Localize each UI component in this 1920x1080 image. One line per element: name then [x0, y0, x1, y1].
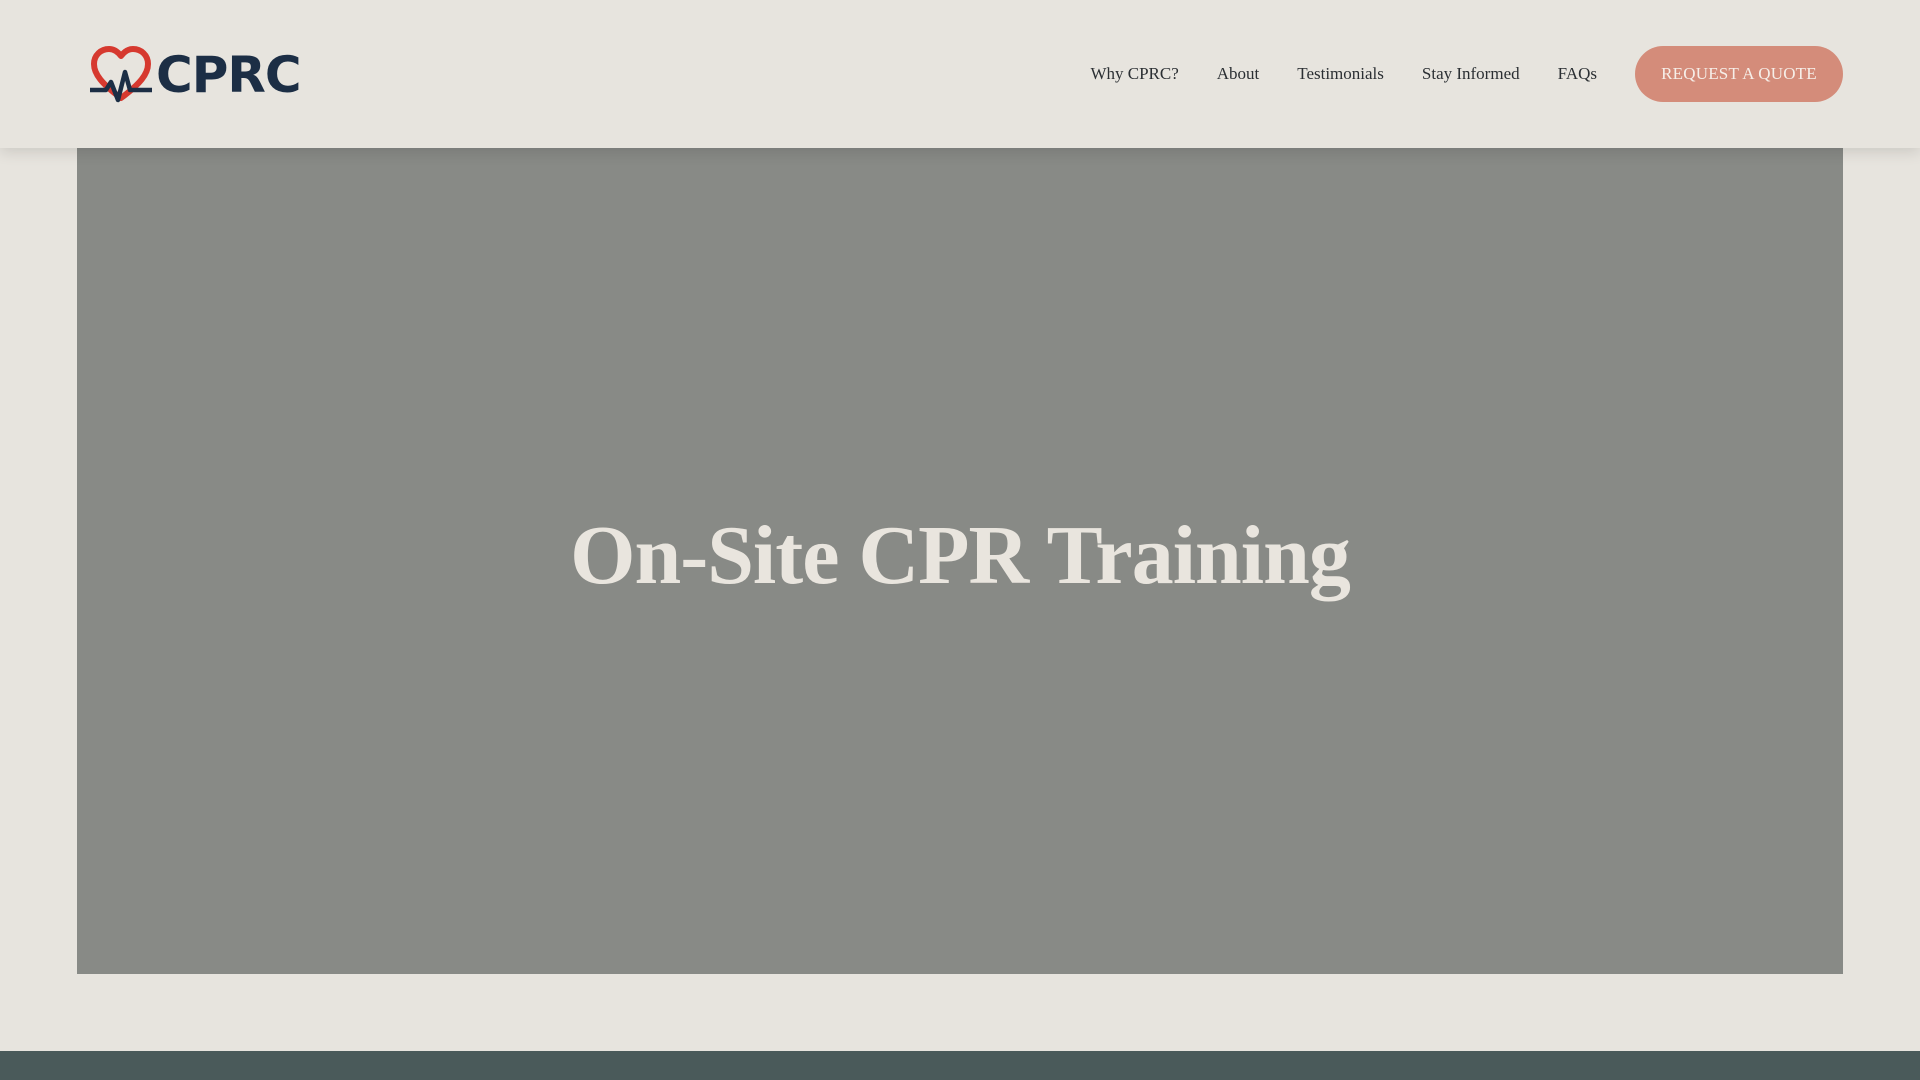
footer-band [0, 1051, 1920, 1080]
nav-faqs[interactable]: FAQs [1558, 64, 1597, 84]
logo-text: CPRC [156, 46, 302, 104]
hero-banner: On-Site CPR Training [77, 148, 1843, 974]
nav-stay-informed[interactable]: Stay Informed [1422, 64, 1520, 84]
site-logo[interactable]: CPRC [90, 46, 302, 104]
heart-pulse-icon [90, 46, 152, 103]
nav-about[interactable]: About [1217, 64, 1260, 84]
request-quote-button[interactable]: REQUEST A QUOTE [1635, 46, 1843, 102]
hero-title: On-Site CPR Training [570, 508, 1351, 602]
nav-testimonials[interactable]: Testimonials [1297, 64, 1384, 84]
nav-why-cprc[interactable]: Why CPRC? [1090, 64, 1178, 84]
site-header: CPRC Why CPRC? About Testimonials Stay I… [0, 0, 1920, 148]
main-nav: Why CPRC? About Testimonials Stay Inform… [1090, 0, 1920, 148]
